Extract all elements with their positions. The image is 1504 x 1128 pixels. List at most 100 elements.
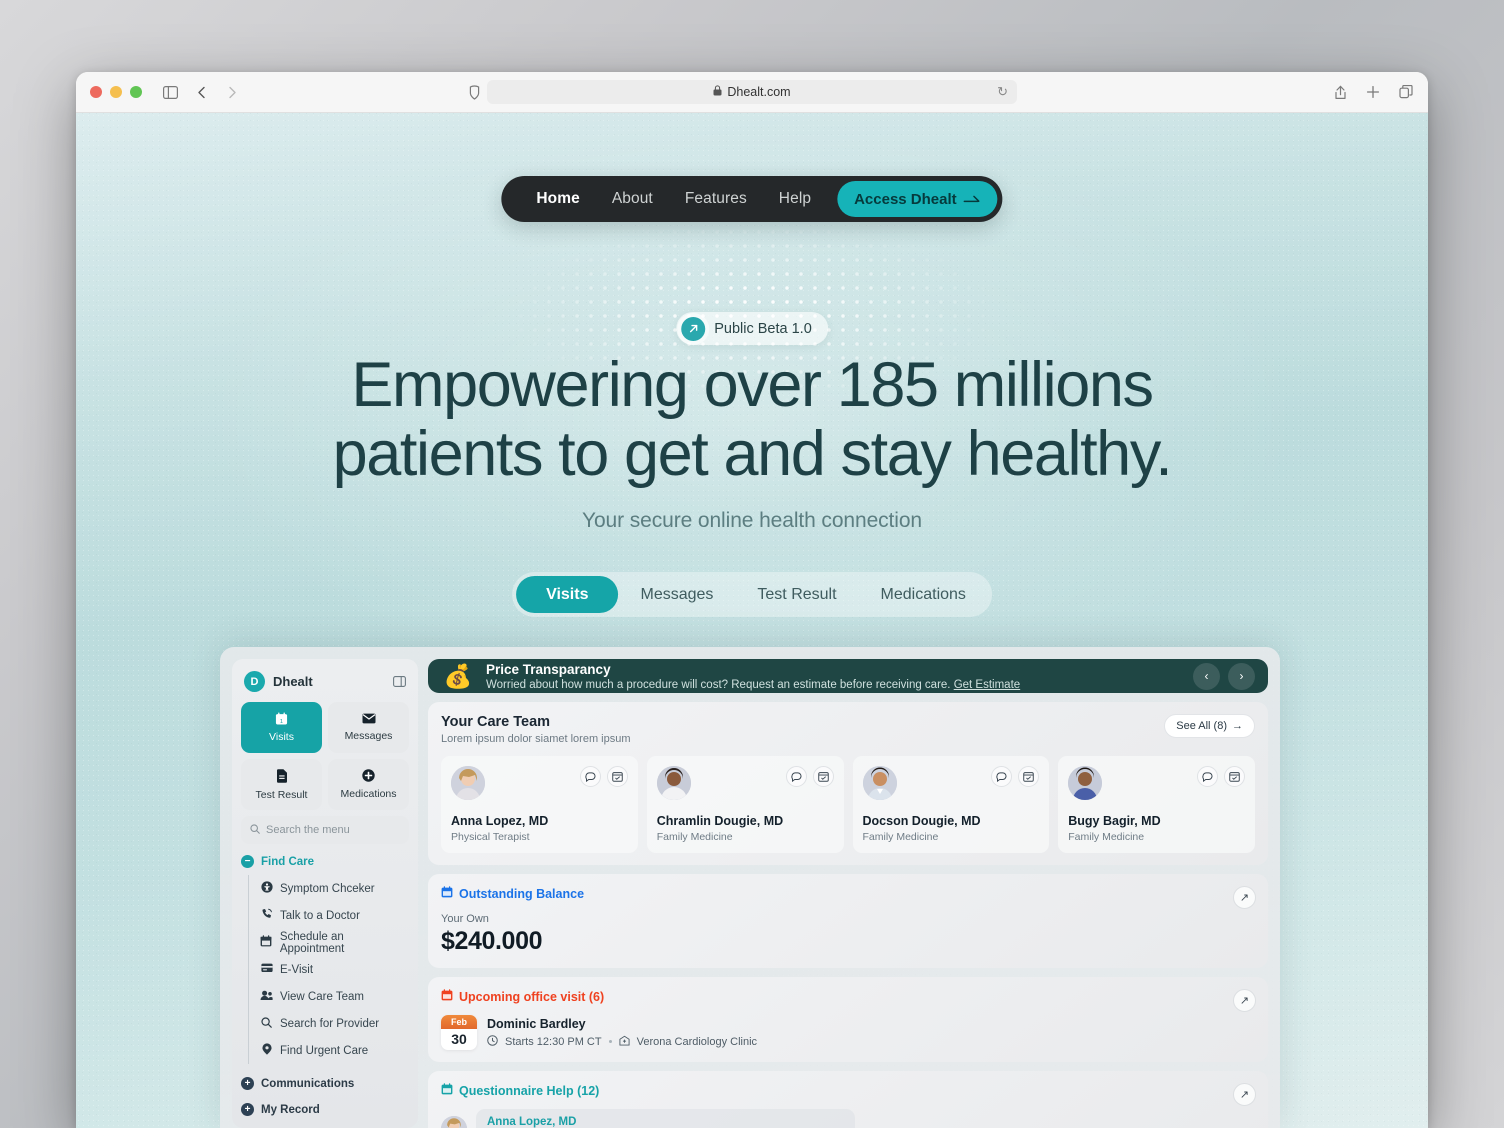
calendar-check-icon[interactable]: [1224, 766, 1245, 787]
quick-action-visits[interactable]: 1 Visits: [241, 702, 322, 753]
chat-bubble-icon[interactable]: [991, 766, 1013, 787]
doctor-card[interactable]: Anna Lopez, MD Physical Terapist: [441, 756, 638, 853]
hero-title-line1: Empowering over 185 millions: [351, 350, 1154, 420]
quick-action-medications-label: Medications: [340, 788, 397, 800]
find-care-label: Find Care: [261, 855, 315, 868]
avatar: [451, 766, 485, 800]
visit-month: Feb: [441, 1015, 477, 1029]
calendar-check-icon[interactable]: [606, 766, 628, 787]
reload-icon[interactable]: ↻: [997, 84, 1008, 100]
arrow-up-right-icon[interactable]: ↗: [1233, 1083, 1256, 1106]
sidebar-item-e-visit[interactable]: E-Visit: [260, 956, 409, 983]
nav-link-home[interactable]: Home: [520, 190, 595, 208]
sidebar-section-find-care[interactable]: − Find Care: [241, 855, 409, 868]
public-beta-badge[interactable]: Public Beta 1.0: [676, 312, 828, 345]
calendar-check-icon[interactable]: [812, 766, 834, 787]
questionnaire-label: Questionnaire Help (12): [459, 1083, 600, 1098]
address-bar-url: Dhealt.com: [727, 85, 791, 99]
minus-circle-icon: −: [241, 855, 254, 868]
chevron-left-icon[interactable]: ‹: [1193, 662, 1220, 690]
arrow-up-right-icon[interactable]: ↗: [1233, 989, 1256, 1012]
get-estimate-link[interactable]: Get Estimate: [954, 679, 1020, 691]
arrow-up-right-icon[interactable]: ↗: [1233, 886, 1256, 909]
chat-bubble-icon[interactable]: [785, 766, 807, 787]
arrow-right-icon: →: [1232, 720, 1243, 732]
calendar-check-icon[interactable]: [1018, 766, 1040, 787]
balance-sub: Your Own: [441, 913, 489, 925]
sidebar-section-my-record[interactable]: + My Record: [241, 1103, 409, 1116]
quick-action-test-result[interactable]: Test Result: [241, 759, 322, 810]
app-logo: D: [244, 671, 265, 692]
sidebar-item-label: View Care Team: [280, 990, 364, 1003]
tab-medications[interactable]: Medications: [859, 576, 988, 613]
hero-section: Empowering over 185 millions patients to…: [76, 351, 1428, 533]
address-bar[interactable]: Dhealt.com ↻: [487, 80, 1017, 104]
app-main: 💰 Price Transparancy Worried about how m…: [428, 659, 1280, 1128]
sidebar-section-label: Communications: [261, 1077, 355, 1090]
doctor-name: Anna Lopez, MD: [451, 814, 549, 828]
sidebar-section-communications[interactable]: + Communications: [241, 1077, 409, 1090]
banner-description: Worried about how much a procedure will …: [486, 678, 951, 691]
back-icon[interactable]: [193, 84, 209, 100]
plus-circle-icon: +: [241, 1103, 254, 1116]
sidebar-item-search-for-provider[interactable]: Search for Provider: [260, 1010, 409, 1037]
calendar-icon: [441, 886, 453, 901]
chat-bubble-icon[interactable]: [1197, 766, 1218, 787]
quick-action-medications[interactable]: Medications: [328, 759, 409, 810]
share-icon[interactable]: [1332, 84, 1348, 100]
visit-location: Verona Cardiology Clinic: [636, 1035, 758, 1048]
doctor-card[interactable]: Docson Dougie, MD Family Medicine: [852, 756, 1050, 853]
quick-action-messages[interactable]: Messages: [328, 702, 409, 753]
doctor-specialty: Family Medicine: [862, 831, 939, 843]
nav-link-help[interactable]: Help: [763, 190, 827, 208]
doctor-specialty: Family Medicine: [656, 831, 733, 843]
sidebar-toggle-icon[interactable]: [162, 84, 178, 100]
sidebar-item-view-care-team[interactable]: View Care Team: [260, 983, 409, 1010]
chat-bubble-icon[interactable]: [579, 766, 601, 787]
calendar-icon: 1: [275, 712, 288, 727]
access-dhealt-button[interactable]: Access Dhealt: [837, 181, 998, 217]
see-all-label: See All (8): [1176, 720, 1227, 732]
page-title: Empowering over 185 millions patients to…: [76, 351, 1428, 489]
plus-circle-icon: +: [241, 1077, 254, 1090]
price-transparency-banner: 💰 Price Transparancy Worried about how m…: [428, 659, 1268, 693]
lock-icon: [713, 85, 722, 99]
message-sender: Anna Lopez, MD: [487, 1116, 577, 1128]
search-icon: [260, 1016, 273, 1031]
access-dhealt-label: Access Dhealt: [854, 190, 957, 208]
tabs-overview-icon[interactable]: [1398, 84, 1414, 100]
close-window-button[interactable]: [90, 86, 102, 98]
window-controls[interactable]: [90, 86, 142, 98]
doctor-card[interactable]: Chramlin Dougie, MD Family Medicine: [646, 756, 844, 853]
tab-visits[interactable]: Visits: [516, 576, 619, 613]
calendar-icon: [260, 935, 273, 950]
app-preview: D Dhealt 1 Visits Messages Test Result M…: [220, 647, 1280, 1128]
nav-link-features[interactable]: Features: [669, 190, 763, 208]
browser-toolbar: Dhealt.com ↻: [76, 72, 1428, 113]
sidebar-item-talk-to-a-doctor[interactable]: Talk to a Doctor: [260, 902, 409, 929]
see-all-button[interactable]: See All (8) →: [1164, 714, 1255, 738]
maximize-window-button[interactable]: [130, 86, 142, 98]
sidebar-item-label: Symptom Chceker: [280, 882, 375, 895]
sidebar-item-label: Talk to a Doctor: [280, 909, 360, 922]
doctor-specialty: Family Medicine: [1068, 831, 1145, 843]
care-team-list: Anna Lopez, MD Physical Terapist Chramli…: [441, 756, 1255, 853]
minimize-window-button[interactable]: [110, 86, 122, 98]
page-viewport: Home About Features Help Access Dhealt P…: [76, 113, 1428, 1128]
panel-collapse-icon[interactable]: [393, 676, 406, 687]
doctor-card[interactable]: Bugy Bagir, MD Family Medicine: [1058, 756, 1255, 853]
nav-link-about[interactable]: About: [596, 190, 669, 208]
questionnaire-help-card: Questionnaire Help (12) Anna Lopez, MD G…: [428, 1071, 1268, 1128]
sidebar-item-find-urgent-care[interactable]: Find Urgent Care: [260, 1037, 409, 1064]
pill-plus-icon: [362, 769, 375, 784]
message-bubble[interactable]: Anna Lopez, MD Good Afternoon. Our nurse…: [476, 1109, 856, 1128]
search-input[interactable]: Search the menu: [241, 816, 409, 844]
tab-messages[interactable]: Messages: [618, 576, 735, 613]
plus-icon[interactable]: [1365, 84, 1381, 100]
sidebar-item-schedule-an-appointment[interactable]: Schedule an Appointment: [260, 929, 409, 956]
sidebar-item-symptom-checker[interactable]: Symptom Chceker: [260, 875, 409, 902]
tab-test-result[interactable]: Test Result: [735, 576, 858, 613]
chevron-right-icon[interactable]: ›: [1228, 662, 1255, 690]
sidebar-item-label: Find Urgent Care: [280, 1044, 369, 1057]
shield-icon[interactable]: [466, 84, 482, 100]
